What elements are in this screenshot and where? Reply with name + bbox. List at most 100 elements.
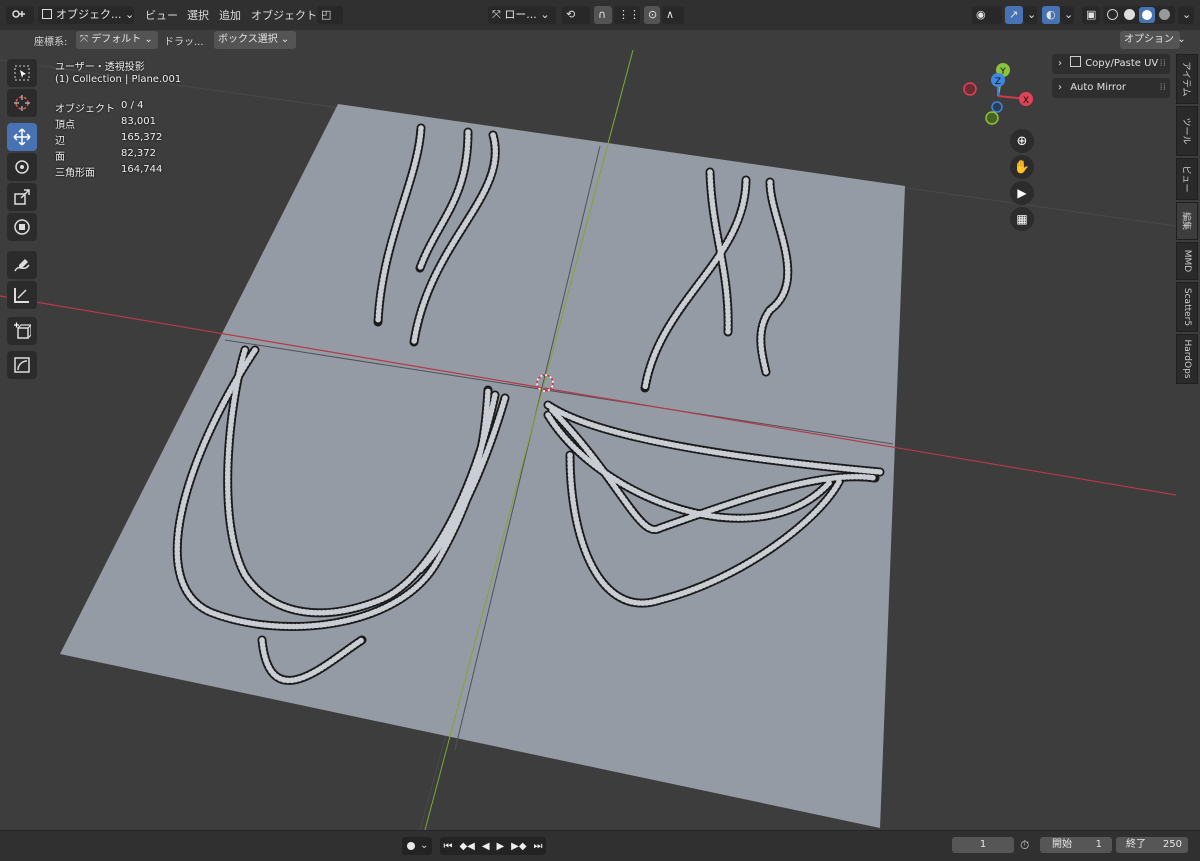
jump-end-icon[interactable]: ⏭ <box>534 841 543 852</box>
copy-paste-uv-panel[interactable]: › Copy/Paste UV ⁞⁞ <box>1052 54 1170 74</box>
zoom-button[interactable]: ⊕ <box>1010 129 1034 153</box>
drag-handle-icon[interactable]: ⁞⁞ <box>1160 54 1166 74</box>
measure-ruler-icon <box>14 288 29 303</box>
gizmo-neg-y-handle[interactable] <box>985 111 999 125</box>
overlay-toggle[interactable]: ◐ <box>1042 6 1060 24</box>
visibility-dropdown[interactable]: ◉ <box>972 6 1002 24</box>
jump-start-icon[interactable]: ⏮ <box>443 841 452 852</box>
tab-edit[interactable]: 編集 <box>1176 202 1198 240</box>
tool-add-cube[interactable] <box>7 317 37 345</box>
stat-vertices-value: 83,001 <box>121 116 156 127</box>
tool-measure[interactable] <box>7 281 37 309</box>
spin-icon <box>14 357 30 373</box>
wireframe-shading-icon[interactable] <box>1107 9 1118 20</box>
annotate-pen-icon <box>14 259 30 272</box>
start-label: 開始 <box>1052 839 1072 850</box>
stat-faces-label: 面 <box>55 152 65 163</box>
stat-objects-label: オブジェクト <box>55 104 115 115</box>
play-icon[interactable]: ▶ <box>496 841 504 852</box>
ortho-toggle-button[interactable]: ▦ <box>1010 207 1034 231</box>
snap-dropdown[interactable]: ⋮⋮ <box>614 6 640 24</box>
gizmo-neg-z-handle[interactable] <box>991 101 1003 113</box>
drag-handle-icon[interactable]: ⁞⁞ <box>1160 78 1166 98</box>
mesh-icon-dropdown[interactable]: ◰ <box>317 6 343 24</box>
tool-select-box[interactable] <box>7 59 37 87</box>
chevron-right-icon: › <box>1058 82 1062 93</box>
coord-system-dropdown[interactable]: ⤧ デフォルト ⌄ <box>76 31 158 49</box>
rendered-shading-icon[interactable] <box>1159 9 1170 20</box>
gizmo-icon: ↗ <box>1009 8 1019 21</box>
snap-toggle[interactable]: ∩ <box>594 6 612 24</box>
auto-mirror-panel[interactable]: › Auto Mirror ⁞⁞ <box>1052 78 1170 98</box>
camera-view-button[interactable]: ▶ <box>1010 181 1034 205</box>
active-collection: (1) Collection | Plane.001 <box>55 74 182 85</box>
orientation-gizmo[interactable]: X Y Z <box>963 63 1033 125</box>
transform-label: ロー... <box>504 8 537 21</box>
overlay-dropdown[interactable]: ⌄ <box>1060 6 1074 24</box>
scene-canvas[interactable]: X Y Z <box>0 50 1176 830</box>
falloff-dropdown[interactable]: ∧ <box>662 6 684 24</box>
transform-orientation-dropdown[interactable]: ⤧ ロー... ⌄ <box>488 6 556 24</box>
tab-scatter5[interactable]: Scatter5 <box>1176 282 1198 332</box>
editor-type-button[interactable] <box>6 6 34 24</box>
chevron-down-icon: ⌄ <box>1177 34 1186 45</box>
gizmo-neg-x-handle[interactable] <box>963 82 977 96</box>
stat-objects-value: 0 / 4 <box>121 100 144 111</box>
chevron-down-icon: ⌄ <box>280 34 290 45</box>
tool-move[interactable] <box>7 123 37 151</box>
rotate-icon <box>15 160 29 174</box>
3d-viewport[interactable]: X Y Z ユーザー・透視投影 (1) Collection | Plane.0… <box>0 50 1176 830</box>
material-shading-icon[interactable] <box>1139 7 1155 23</box>
end-label: 終了 <box>1126 839 1146 850</box>
playback-controls: ⏮ ◆◀ ◀ ▶ ▶◆ ⏭ <box>440 837 546 855</box>
drag-label: ドラッ... <box>164 37 204 48</box>
drag-select-dropdown[interactable]: ボックス選択 ⌄ <box>214 31 296 49</box>
tab-view-label: ビュー <box>1180 165 1191 193</box>
tab-hardops-label: HardOps <box>1182 339 1192 379</box>
tab-tool[interactable]: ツール <box>1176 106 1198 156</box>
play-reverse-icon[interactable]: ◀ <box>482 841 490 852</box>
pan-button[interactable]: ✋ <box>1010 155 1034 179</box>
current-frame-field[interactable]: 1 <box>952 837 1014 853</box>
shading-dropdown[interactable]: ⌄ <box>1178 6 1194 24</box>
copy-paste-uv-label: Copy/Paste UV <box>1085 58 1159 69</box>
gizmo-toggle[interactable]: ↗ <box>1005 6 1023 24</box>
mesh-icon: ◰ <box>321 8 332 21</box>
scale-icon <box>14 189 30 205</box>
end-frame-field[interactable]: 終了 250 <box>1116 837 1188 853</box>
tool-spin[interactable] <box>7 351 37 379</box>
xray-toggle[interactable]: ▣ <box>1082 6 1100 24</box>
next-keyframe-icon[interactable]: ▶◆ <box>511 841 526 852</box>
menu-add[interactable]: 追加 <box>219 8 241 24</box>
tab-view[interactable]: ビュー <box>1176 158 1198 200</box>
stat-triangles-value: 164,744 <box>121 164 163 175</box>
proportional-edit-toggle[interactable]: ⊙ <box>644 6 660 24</box>
select-mode-value: ボックス選択 <box>218 34 278 45</box>
tab-item[interactable]: アイテム <box>1176 54 1198 104</box>
tab-mmd-label: MMD <box>1182 249 1192 273</box>
record-button[interactable]: ⌄ <box>402 837 432 855</box>
tool-cursor[interactable] <box>7 89 37 117</box>
menu-select[interactable]: 選択 <box>187 8 209 24</box>
tool-annotate[interactable] <box>7 251 37 279</box>
start-frame-field[interactable]: 開始 1 <box>1040 837 1112 853</box>
options-dropdown[interactable]: オプション ⌄ <box>1120 31 1186 49</box>
tool-transform[interactable] <box>7 213 37 241</box>
solid-shading-icon[interactable] <box>1124 9 1135 20</box>
pivot-dropdown[interactable]: ⟲ <box>562 6 590 24</box>
tool-rotate[interactable] <box>7 153 37 181</box>
tool-scale[interactable] <box>7 183 37 211</box>
auto-mirror-label: Auto Mirror <box>1070 82 1127 93</box>
stopwatch-icon[interactable]: ⏱ <box>1020 837 1038 853</box>
tab-mmd[interactable]: MMD <box>1176 242 1198 280</box>
chevron-down-icon: ⌄ <box>540 8 550 21</box>
gizmo-z-label: Z <box>995 77 1001 87</box>
prev-keyframe-icon[interactable]: ◆◀ <box>459 841 474 852</box>
menu-object[interactable]: オブジェクト <box>251 8 317 24</box>
stat-faces-value: 82,372 <box>121 148 156 159</box>
gizmo-dropdown[interactable]: ⌄ <box>1023 6 1037 24</box>
camera-icon: ▶ <box>1017 186 1027 200</box>
menu-view[interactable]: ビュー <box>145 8 178 24</box>
mode-dropdown[interactable]: オブジェク... ⌄ <box>38 6 134 24</box>
tab-hardops[interactable]: HardOps <box>1176 334 1198 384</box>
